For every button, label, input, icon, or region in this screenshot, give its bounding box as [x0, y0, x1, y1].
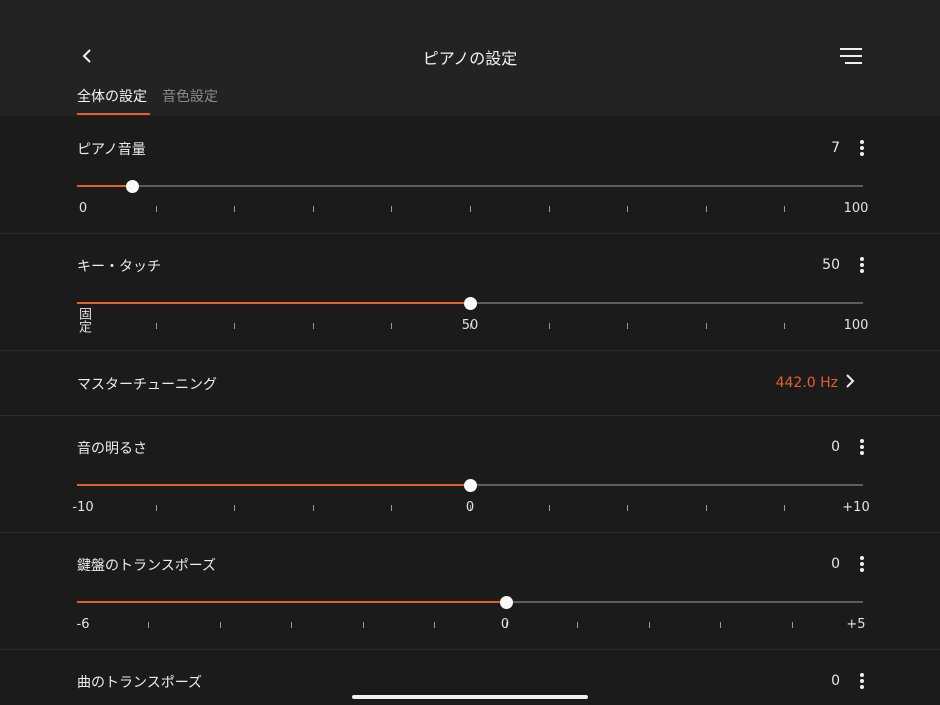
slider-thumb[interactable] [464, 297, 477, 310]
more-options-button[interactable] [852, 137, 872, 159]
more-vertical-icon [860, 140, 864, 144]
setting-value: 50 [822, 257, 840, 273]
tuning-value: 442.0 Hz [775, 375, 838, 391]
more-options-button[interactable] [852, 436, 872, 458]
scale-mid-label: 0 [465, 500, 475, 515]
setting-label: 音の明るさ [77, 441, 147, 457]
more-vertical-icon [860, 673, 864, 677]
slider-tick [549, 505, 550, 511]
setting-master-tuning[interactable]: マスターチューニング 442.0 Hz [0, 351, 940, 416]
scale-min-label: -6 [76, 617, 90, 632]
slider-tick [627, 206, 628, 212]
more-vertical-icon [860, 556, 864, 560]
home-indicator [352, 695, 588, 699]
setting-label: 鍵盤のトランスポーズ [77, 558, 217, 574]
setting-keyboard-transpose: 鍵盤のトランスポーズ 0 -6 0 +5 [0, 533, 940, 650]
slider-tick [391, 206, 392, 212]
setting-value: 0 [831, 673, 840, 689]
setting-piano-volume: ピアノ音量 7 0 100 [0, 117, 940, 234]
piano-volume-slider[interactable] [77, 179, 863, 193]
slider-tick [313, 505, 314, 511]
slider-tick [706, 505, 707, 511]
tab-tone-settings[interactable]: 音色設定 [162, 86, 218, 106]
scale-min-label: 固定 [76, 307, 91, 333]
more-vertical-icon [860, 257, 864, 261]
slider-tick [627, 323, 628, 329]
slider-tick [313, 206, 314, 212]
slider-tick [784, 206, 785, 212]
header-bar: ピアノの設定 全体の設定 音色設定 [0, 0, 940, 116]
scale-mid-label: 50 [461, 318, 479, 333]
slider-tick [470, 206, 471, 212]
slider-tick [148, 622, 149, 628]
more-vertical-icon [860, 439, 864, 443]
setting-label: マスターチューニング [77, 377, 217, 393]
scale-min-label: 0 [78, 201, 88, 216]
slider-tick [549, 206, 550, 212]
keyboard-transpose-slider[interactable] [77, 595, 863, 609]
slider-tick [549, 323, 550, 329]
setting-label: ピアノ音量 [77, 142, 146, 158]
slider-tick [434, 622, 435, 628]
scale-max-label: +5 [846, 617, 866, 632]
slider-tick [313, 323, 314, 329]
scale-max-label: +10 [842, 500, 870, 515]
slider-thumb[interactable] [126, 180, 139, 193]
scale-min-label: -10 [72, 500, 94, 515]
slider-tick [784, 505, 785, 511]
slider-tick [391, 323, 392, 329]
setting-value: 7 [831, 140, 840, 156]
slider-tick [363, 622, 364, 628]
slider-thumb[interactable] [500, 596, 513, 609]
key-touch-slider[interactable] [77, 296, 863, 310]
menu-button[interactable] [838, 46, 862, 66]
slider-tick [720, 622, 721, 628]
slider-tick [792, 622, 793, 628]
setting-key-touch: キー・タッチ 50 固定 50 100 [0, 234, 940, 351]
more-options-button[interactable] [852, 670, 872, 692]
slider-tick [156, 206, 157, 212]
chevron-right-icon [845, 373, 855, 393]
scale-mid-label: 0 [500, 617, 510, 632]
slider-tick [784, 323, 785, 329]
more-options-button[interactable] [852, 553, 872, 575]
slider-tick [391, 505, 392, 511]
more-options-button[interactable] [852, 254, 872, 276]
slider-tick [649, 622, 650, 628]
slider-tick [234, 323, 235, 329]
active-tab-indicator [77, 113, 150, 115]
slider-tick [220, 622, 221, 628]
setting-value: 0 [831, 556, 840, 572]
slider-tick [156, 505, 157, 511]
slider-tick [234, 206, 235, 212]
setting-label: キー・タッチ [77, 259, 161, 275]
slider-tick [577, 622, 578, 628]
slider-thumb[interactable] [464, 479, 477, 492]
brightness-slider[interactable] [77, 478, 863, 492]
setting-value: 0 [831, 439, 840, 455]
scale-max-label: 100 [843, 318, 869, 333]
slider-tick [627, 505, 628, 511]
setting-brightness: 音の明るさ 0 -10 0 +10 [0, 416, 940, 533]
slider-tick [706, 323, 707, 329]
slider-tick [706, 206, 707, 212]
menu-icon [840, 48, 862, 50]
slider-tick [156, 323, 157, 329]
tab-general-settings[interactable]: 全体の設定 [77, 86, 147, 106]
scale-max-label: 100 [843, 201, 869, 216]
page-title: ピアノの設定 [422, 49, 518, 68]
slider-tick [234, 505, 235, 511]
slider-tick [291, 622, 292, 628]
setting-label: 曲のトランスポーズ [77, 675, 203, 691]
